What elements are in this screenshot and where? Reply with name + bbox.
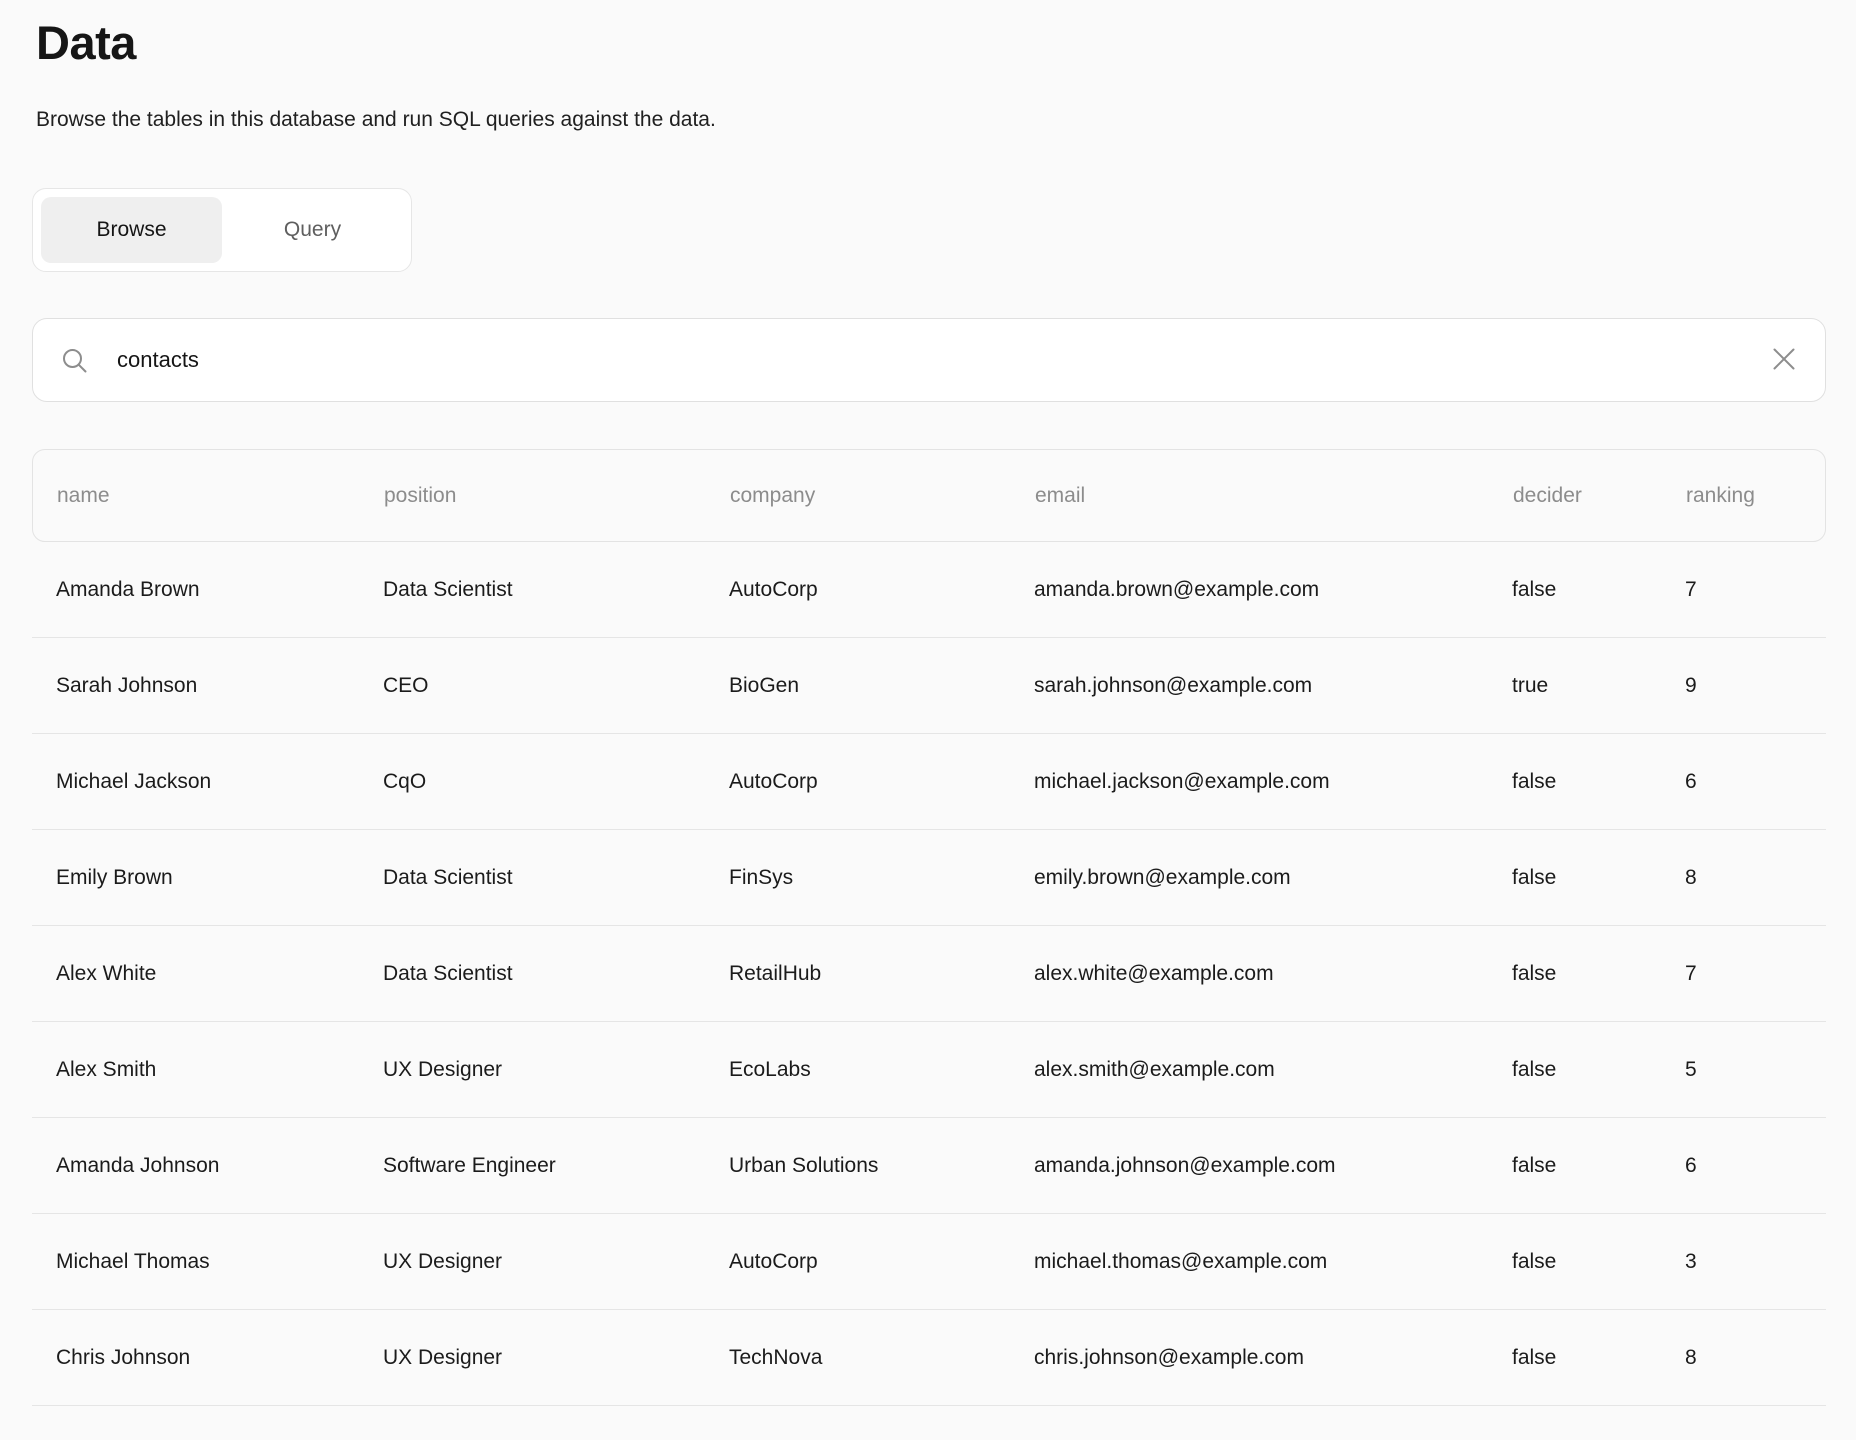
cell-position: UX Designer <box>383 1250 729 1274</box>
cell-position: Data Scientist <box>383 962 729 986</box>
cell-ranking: 6 <box>1685 1154 1826 1178</box>
data-page: Data Browse the tables in this database … <box>0 16 1856 1406</box>
column-header-email: email <box>1035 484 1513 508</box>
page-title: Data <box>36 16 1826 70</box>
tab-browse-label: Browse <box>96 218 166 242</box>
cell-ranking: 8 <box>1685 1346 1826 1370</box>
cell-name: Amanda Brown <box>56 578 383 602</box>
cell-decider: false <box>1512 1154 1685 1178</box>
cell-email: alex.smith@example.com <box>1034 1058 1512 1082</box>
cell-position: Software Engineer <box>383 1154 729 1178</box>
cell-decider: true <box>1512 674 1685 698</box>
cell-ranking: 6 <box>1685 770 1826 794</box>
table-row: Chris Johnson UX Designer TechNova chris… <box>32 1310 1826 1406</box>
contacts-table: name position company email decider rank… <box>32 449 1826 1406</box>
cell-email: sarah.johnson@example.com <box>1034 674 1512 698</box>
cell-company: BioGen <box>729 674 1034 698</box>
cell-position: UX Designer <box>383 1346 729 1370</box>
x-icon <box>1771 346 1797 375</box>
cell-email: michael.thomas@example.com <box>1034 1250 1512 1274</box>
search-input[interactable] <box>117 347 1771 373</box>
cell-position: UX Designer <box>383 1058 729 1082</box>
cell-email: michael.jackson@example.com <box>1034 770 1512 794</box>
cell-company: EcoLabs <box>729 1058 1034 1082</box>
cell-decider: false <box>1512 1250 1685 1274</box>
column-header-ranking: ranking <box>1686 484 1825 508</box>
table-row: Alex Smith UX Designer EcoLabs alex.smit… <box>32 1022 1826 1118</box>
column-header-company: company <box>730 484 1035 508</box>
cell-position: Data Scientist <box>383 866 729 890</box>
table-row: Amanda Brown Data Scientist AutoCorp ama… <box>32 542 1826 638</box>
cell-company: AutoCorp <box>729 1250 1034 1274</box>
cell-ranking: 9 <box>1685 674 1826 698</box>
cell-name: Emily Brown <box>56 866 383 890</box>
table-row: Michael Thomas UX Designer AutoCorp mich… <box>32 1214 1826 1310</box>
cell-email: alex.white@example.com <box>1034 962 1512 986</box>
table-row: Sarah Johnson CEO BioGen sarah.johnson@e… <box>32 638 1826 734</box>
cell-name: Sarah Johnson <box>56 674 383 698</box>
cell-decider: false <box>1512 866 1685 890</box>
column-header-name: name <box>57 484 384 508</box>
cell-company: FinSys <box>729 866 1034 890</box>
cell-company: RetailHub <box>729 962 1034 986</box>
cell-ranking: 7 <box>1685 962 1826 986</box>
table-header-row: name position company email decider rank… <box>32 449 1826 542</box>
cell-position: CEO <box>383 674 729 698</box>
table-row: Amanda Johnson Software Engineer Urban S… <box>32 1118 1826 1214</box>
tab-query-label: Query <box>284 218 341 242</box>
cell-company: TechNova <box>729 1346 1034 1370</box>
cell-position: CqO <box>383 770 729 794</box>
cell-ranking: 3 <box>1685 1250 1826 1274</box>
cell-decider: false <box>1512 962 1685 986</box>
table-search-bar <box>32 318 1826 402</box>
cell-decider: false <box>1512 1058 1685 1082</box>
cell-company: AutoCorp <box>729 578 1034 602</box>
cell-email: amanda.johnson@example.com <box>1034 1154 1512 1178</box>
cell-company: Urban Solutions <box>729 1154 1034 1178</box>
clear-search-button[interactable] <box>1771 346 1797 375</box>
cell-name: Michael Jackson <box>56 770 383 794</box>
cell-ranking: 8 <box>1685 866 1826 890</box>
cell-decider: false <box>1512 578 1685 602</box>
tab-browse[interactable]: Browse <box>41 197 222 263</box>
cell-decider: false <box>1512 770 1685 794</box>
tab-query[interactable]: Query <box>222 197 403 263</box>
cell-name: Alex White <box>56 962 383 986</box>
magnifier-icon <box>61 347 88 374</box>
table-body: Amanda Brown Data Scientist AutoCorp ama… <box>32 542 1826 1406</box>
cell-decider: false <box>1512 1346 1685 1370</box>
page-subtitle: Browse the tables in this database and r… <box>36 106 1826 133</box>
cell-name: Michael Thomas <box>56 1250 383 1274</box>
cell-ranking: 5 <box>1685 1058 1826 1082</box>
cell-name: Amanda Johnson <box>56 1154 383 1178</box>
table-row: Alex White Data Scientist RetailHub alex… <box>32 926 1826 1022</box>
table-row: Emily Brown Data Scientist FinSys emily.… <box>32 830 1826 926</box>
browse-query-tab-group: Browse Query <box>32 188 412 272</box>
column-header-decider: decider <box>1513 484 1686 508</box>
cell-company: AutoCorp <box>729 770 1034 794</box>
cell-name: Chris Johnson <box>56 1346 383 1370</box>
cell-name: Alex Smith <box>56 1058 383 1082</box>
cell-email: chris.johnson@example.com <box>1034 1346 1512 1370</box>
column-header-position: position <box>384 484 730 508</box>
cell-email: amanda.brown@example.com <box>1034 578 1512 602</box>
cell-position: Data Scientist <box>383 578 729 602</box>
cell-ranking: 7 <box>1685 578 1826 602</box>
table-row: Michael Jackson CqO AutoCorp michael.jac… <box>32 734 1826 830</box>
cell-email: emily.brown@example.com <box>1034 866 1512 890</box>
